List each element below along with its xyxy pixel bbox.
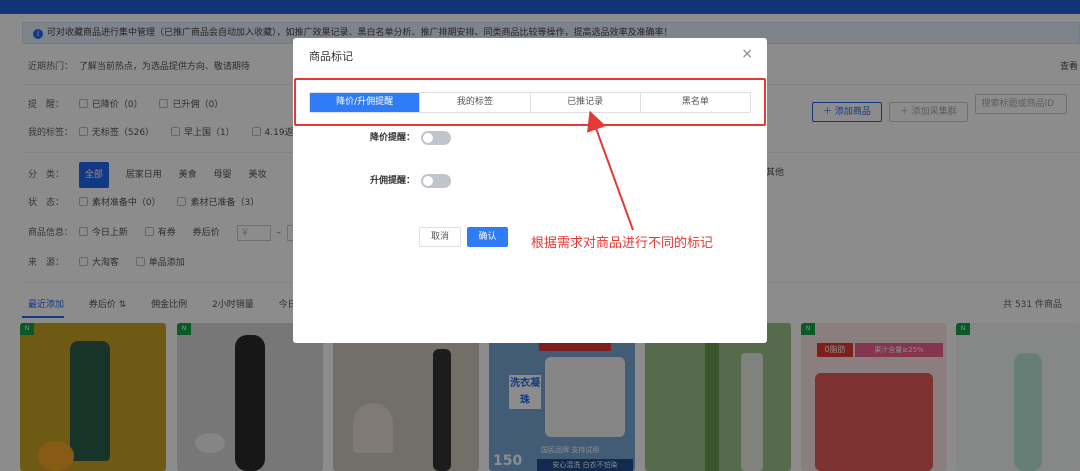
commission-up-row: 升佣提醒： (333, 171, 613, 191)
price-drop-row: 降价提醒： (333, 128, 613, 148)
toggle-knob (423, 176, 433, 186)
close-icon[interactable]: × (741, 46, 753, 62)
price-drop-label: 降价提醒： (369, 133, 415, 143)
commission-up-label: 升佣提醒： (369, 176, 415, 186)
commission-up-toggle[interactable] (421, 174, 451, 188)
cancel-button[interactable]: 取消 (419, 227, 461, 247)
tabs-highlight-box (294, 78, 766, 126)
annotation-text: 根据需求对商品进行不同的标记 (531, 236, 714, 251)
price-drop-toggle[interactable] (421, 131, 451, 145)
toggle-knob (423, 133, 433, 143)
dialog-title: 商品标记 (309, 50, 353, 63)
confirm-button[interactable]: 确认 (467, 227, 508, 247)
